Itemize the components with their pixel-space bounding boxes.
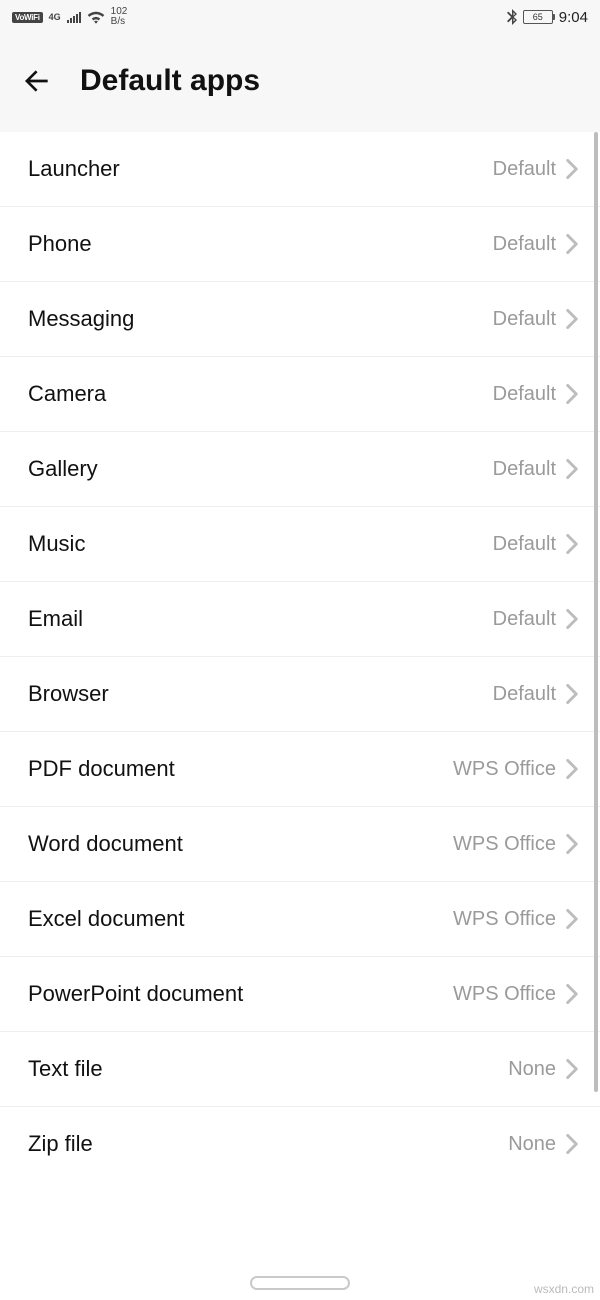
row-value: WPS Office (453, 758, 556, 781)
chevron-right-icon (566, 159, 578, 179)
page-title: Default apps (80, 64, 260, 98)
gesture-nav-handle[interactable] (250, 1276, 350, 1290)
row-zip-file[interactable]: Zip file None (0, 1107, 600, 1181)
row-launcher[interactable]: Launcher Default (0, 132, 600, 207)
default-apps-list: Launcher Default Phone Default Messaging… (0, 132, 600, 1181)
chevron-right-icon (566, 309, 578, 329)
row-value: WPS Office (453, 833, 556, 856)
network-gen: 4G (49, 13, 61, 21)
row-powerpoint-document[interactable]: PowerPoint document WPS Office (0, 957, 600, 1032)
status-left: VoWiFi 4G 102 B/s (12, 7, 127, 27)
row-label: PDF document (28, 756, 453, 782)
row-music[interactable]: Music Default (0, 507, 600, 582)
row-value: Default (493, 233, 556, 256)
chevron-right-icon (566, 459, 578, 479)
scrollbar[interactable] (594, 132, 598, 1092)
clock: 9:04 (559, 9, 588, 26)
row-pdf-document[interactable]: PDF document WPS Office (0, 732, 600, 807)
chevron-right-icon (566, 1059, 578, 1079)
row-gallery[interactable]: Gallery Default (0, 432, 600, 507)
signal-icon (67, 11, 81, 23)
vowifi-badge: VoWiFi (12, 12, 43, 23)
row-label: Excel document (28, 906, 453, 932)
page-header: Default apps (0, 34, 600, 132)
row-label: Music (28, 531, 493, 557)
row-value: Default (493, 458, 556, 481)
row-value: Default (493, 158, 556, 181)
row-value: Default (493, 608, 556, 631)
chevron-right-icon (566, 534, 578, 554)
row-label: Text file (28, 1056, 508, 1082)
row-value: Default (493, 383, 556, 406)
row-value: None (508, 1133, 556, 1156)
row-email[interactable]: Email Default (0, 582, 600, 657)
row-camera[interactable]: Camera Default (0, 357, 600, 432)
row-value: None (508, 1058, 556, 1081)
chevron-right-icon (566, 234, 578, 254)
chevron-right-icon (566, 759, 578, 779)
status-bar: VoWiFi 4G 102 B/s 65 9:04 (0, 0, 600, 34)
battery-icon: 65 (523, 10, 553, 24)
row-label: Launcher (28, 156, 493, 182)
chevron-right-icon (566, 909, 578, 929)
chevron-right-icon (566, 384, 578, 404)
row-value: Default (493, 683, 556, 706)
row-excel-document[interactable]: Excel document WPS Office (0, 882, 600, 957)
row-browser[interactable]: Browser Default (0, 657, 600, 732)
battery-level: 65 (533, 12, 543, 22)
chevron-right-icon (566, 684, 578, 704)
row-label: Browser (28, 681, 493, 707)
row-label: Messaging (28, 306, 493, 332)
row-value: WPS Office (453, 983, 556, 1006)
row-label: Email (28, 606, 493, 632)
watermark: wsxdn.com (534, 1282, 594, 1296)
row-phone[interactable]: Phone Default (0, 207, 600, 282)
row-value: Default (493, 533, 556, 556)
bluetooth-icon (507, 9, 517, 25)
speed-unit: B/s (111, 17, 125, 27)
wifi-icon (87, 10, 105, 24)
row-value: WPS Office (453, 908, 556, 931)
row-label: Camera (28, 381, 493, 407)
network-speed: 102 B/s (111, 7, 128, 27)
row-text-file[interactable]: Text file None (0, 1032, 600, 1107)
row-label: Zip file (28, 1131, 508, 1157)
row-word-document[interactable]: Word document WPS Office (0, 807, 600, 882)
arrow-left-icon (21, 65, 53, 97)
status-right: 65 9:04 (507, 9, 588, 26)
row-value: Default (493, 308, 556, 331)
row-label: Word document (28, 831, 453, 857)
chevron-right-icon (566, 834, 578, 854)
chevron-right-icon (566, 984, 578, 1004)
row-messaging[interactable]: Messaging Default (0, 282, 600, 357)
row-label: PowerPoint document (28, 981, 453, 1007)
chevron-right-icon (566, 1134, 578, 1154)
back-button[interactable] (20, 64, 54, 98)
row-label: Gallery (28, 456, 493, 482)
row-label: Phone (28, 231, 493, 257)
chevron-right-icon (566, 609, 578, 629)
